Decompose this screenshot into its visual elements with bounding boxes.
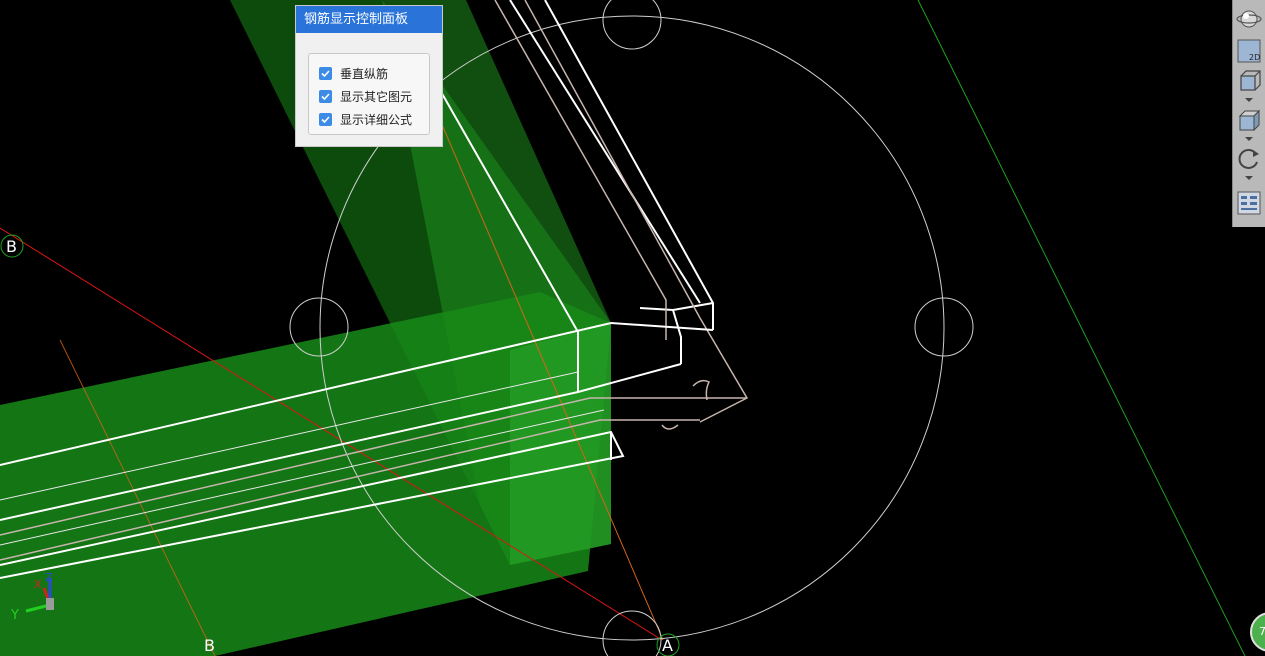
layer-settings-icon[interactable] <box>1236 190 1262 216</box>
option-show-detailed-formula[interactable]: 显示详细公式 <box>309 108 429 131</box>
rotate-icon[interactable] <box>1236 146 1262 172</box>
gizmo-y-label: Y <box>10 608 19 623</box>
axis-line-green <box>917 0 1246 656</box>
3d-viewport[interactable]: B B A Y X Z <box>0 0 1265 656</box>
axis-label-b-left: B <box>6 237 17 256</box>
rebar-display-control-panel: 钢筋显示控制面板 垂直纵筋 显示其它图元 显示详细公式 <box>295 5 443 147</box>
option-label: 垂直纵筋 <box>340 67 389 81</box>
gizmo-x-label: X <box>34 578 42 591</box>
2d-view-icon[interactable]: 2D <box>1236 38 1262 64</box>
chevron-down-icon[interactable] <box>1245 176 1253 180</box>
checkbox-show-other-elements[interactable] <box>319 90 332 103</box>
panel-options-group: 垂直纵筋 显示其它图元 显示详细公式 <box>308 53 430 135</box>
panel-title[interactable]: 钢筋显示控制面板 <box>296 6 442 33</box>
checkbox-show-detailed-formula[interactable] <box>319 113 332 126</box>
3d-box-view-icon[interactable] <box>1236 68 1262 94</box>
option-label: 显示详细公式 <box>340 113 413 127</box>
option-show-other-elements[interactable]: 显示其它图元 <box>309 85 429 108</box>
gizmo-z-label: Z <box>45 571 53 584</box>
chevron-down-icon[interactable] <box>1245 137 1253 141</box>
option-vertical-rebar[interactable]: 垂直纵筋 <box>309 62 429 85</box>
option-label: 显示其它图元 <box>340 90 413 104</box>
small-circle-top <box>602 0 662 50</box>
chevron-down-icon[interactable] <box>1245 98 1253 102</box>
2d-view-label: 2D <box>1249 53 1260 62</box>
axis-label-a-bottom: A <box>662 636 673 655</box>
cube-view-icon[interactable] <box>1236 107 1262 133</box>
checkbox-vertical-rebar[interactable] <box>319 67 332 80</box>
axis-label-b-bottom: B <box>204 636 215 655</box>
view-toolbar: 2D <box>1232 0 1265 227</box>
orbit-sphere-icon[interactable] <box>1236 6 1262 32</box>
